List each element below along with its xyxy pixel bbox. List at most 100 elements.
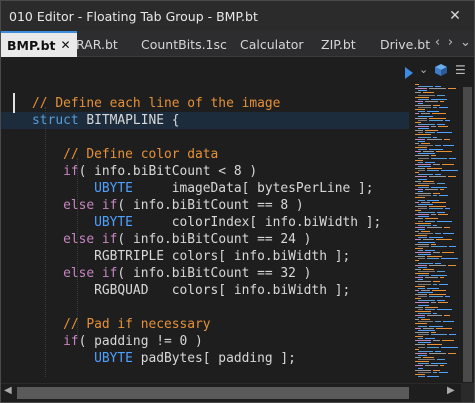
minimap-line <box>418 128 429 130</box>
minimap-line <box>415 268 421 270</box>
minimap-line <box>433 312 437 314</box>
minimap-line <box>425 277 438 279</box>
minimap-line <box>415 147 427 148</box>
minimap-line <box>421 231 430 232</box>
menu-icon[interactable]: ☰ <box>455 63 466 77</box>
horizontal-scroll-thumb[interactable] <box>17 387 409 399</box>
minimap-line <box>418 241 435 243</box>
minimap-line <box>437 123 445 125</box>
minimap-line <box>418 94 435 96</box>
tab-calculator[interactable]: Calculator <box>240 31 303 57</box>
tab-label: CountBits.1sc <box>141 36 227 52</box>
minimap-line <box>432 289 446 291</box>
minimap-line <box>418 270 435 272</box>
tab-scroll-right-icon[interactable]: › <box>444 35 457 50</box>
code-token: ( info.biBitCount == 8 ) <box>117 198 304 213</box>
minimap-line <box>433 105 440 106</box>
minimap-line <box>418 107 431 109</box>
minimap-line <box>418 296 427 298</box>
minimap-line <box>418 228 425 230</box>
minimap-line <box>418 275 429 277</box>
code-editor[interactable]: // Define each line of the image struct … <box>1 80 409 383</box>
minimap-line <box>431 302 436 304</box>
tab-scroll-left-icon[interactable]: ‹ <box>431 35 444 50</box>
minimap-line <box>438 126 448 127</box>
minimap-line <box>431 333 447 335</box>
minimap-line <box>418 308 423 310</box>
minimap-line <box>448 88 456 90</box>
minimap-line <box>418 207 427 209</box>
minimap-line <box>418 359 435 361</box>
minimap-line <box>418 136 431 138</box>
run-script-icon[interactable] <box>405 67 413 79</box>
code-line: if( padding != 0 ) <box>1 333 409 350</box>
minimap-line <box>437 270 445 272</box>
minimap-line <box>415 197 425 199</box>
minimap-line <box>418 237 427 239</box>
minimap-line <box>415 109 425 111</box>
minimap-line <box>425 189 438 190</box>
minimap-line <box>418 321 433 323</box>
minimap-line <box>421 201 430 203</box>
minimap-line <box>418 165 431 167</box>
minimap-line <box>415 193 431 195</box>
minimap-line <box>442 163 454 165</box>
minimap-line <box>431 214 436 216</box>
minimap-line <box>418 132 423 134</box>
minimap-line <box>415 239 421 241</box>
tab-zip-bt[interactable]: ZIP.bt <box>321 31 356 57</box>
code-line: if( info.biBitCount < 8 ) <box>1 163 409 180</box>
minimap-line <box>427 138 442 140</box>
template-cube-icon[interactable] <box>434 63 448 77</box>
minimap-line <box>415 352 427 354</box>
minimap-line <box>418 144 433 146</box>
title-bar[interactable]: 010 Editor - Floating Tab Group - BMP.bt… <box>1 1 474 31</box>
editor-window: 010 Editor - Floating Tab Group - BMP.bt… <box>0 0 475 403</box>
code-line: else if( info.biBitCount == 24 ) <box>1 231 409 248</box>
tab-label: Calculator <box>240 36 304 52</box>
close-tab-icon[interactable]: ✕ <box>61 38 71 52</box>
minimap-line <box>418 203 433 205</box>
minimap-line <box>415 235 427 237</box>
minimap-line <box>418 224 431 226</box>
vertical-scroll-thumb[interactable] <box>463 87 472 382</box>
minimap-line <box>415 138 425 140</box>
code-token: if <box>1 164 79 179</box>
minimap[interactable] <box>413 80 461 383</box>
minimap-line <box>421 113 430 115</box>
tab-rar-bt[interactable]: RAR.bt <box>76 31 118 57</box>
minimap-line <box>418 304 429 306</box>
tab-list-icon[interactable]: ⌄ <box>459 35 472 50</box>
close-window-button[interactable]: ✕ <box>436 1 474 31</box>
minimap-line <box>415 189 423 190</box>
minimap-line <box>418 161 423 163</box>
minimap-line <box>440 100 444 102</box>
tab-drive-bt[interactable]: Drive.bt <box>380 31 430 57</box>
minimap-line <box>415 373 425 375</box>
minimap-line <box>445 119 450 121</box>
scroll-left-icon[interactable]: ◀ <box>4 385 12 396</box>
scrollbar-corner <box>461 383 474 402</box>
minimap-line <box>433 224 437 226</box>
minimap-line <box>431 243 436 245</box>
chevron-down-icon[interactable]: ⌄ <box>419 63 428 76</box>
minimap-line <box>431 126 436 127</box>
tab-countbits-1sc[interactable]: CountBits.1sc <box>141 31 227 57</box>
minimap-line <box>436 151 452 153</box>
minimap-line <box>415 163 431 165</box>
minimap-line <box>418 262 433 264</box>
minimap-line <box>440 189 444 190</box>
minimap-line <box>445 296 450 298</box>
tab-label: BMP.bt <box>7 37 56 53</box>
minimap-line <box>433 283 437 285</box>
minimap-line <box>418 258 425 260</box>
minimap-line <box>429 205 446 207</box>
minimap-line <box>415 96 429 98</box>
minimap-line <box>415 336 423 337</box>
scroll-right-icon[interactable]: ▶ <box>447 385 455 396</box>
tab-bmp-bt[interactable]: BMP.bt ✕ <box>1 31 77 57</box>
minimap-line <box>427 315 442 316</box>
minimap-line <box>415 348 419 350</box>
minimap-line <box>415 323 427 325</box>
